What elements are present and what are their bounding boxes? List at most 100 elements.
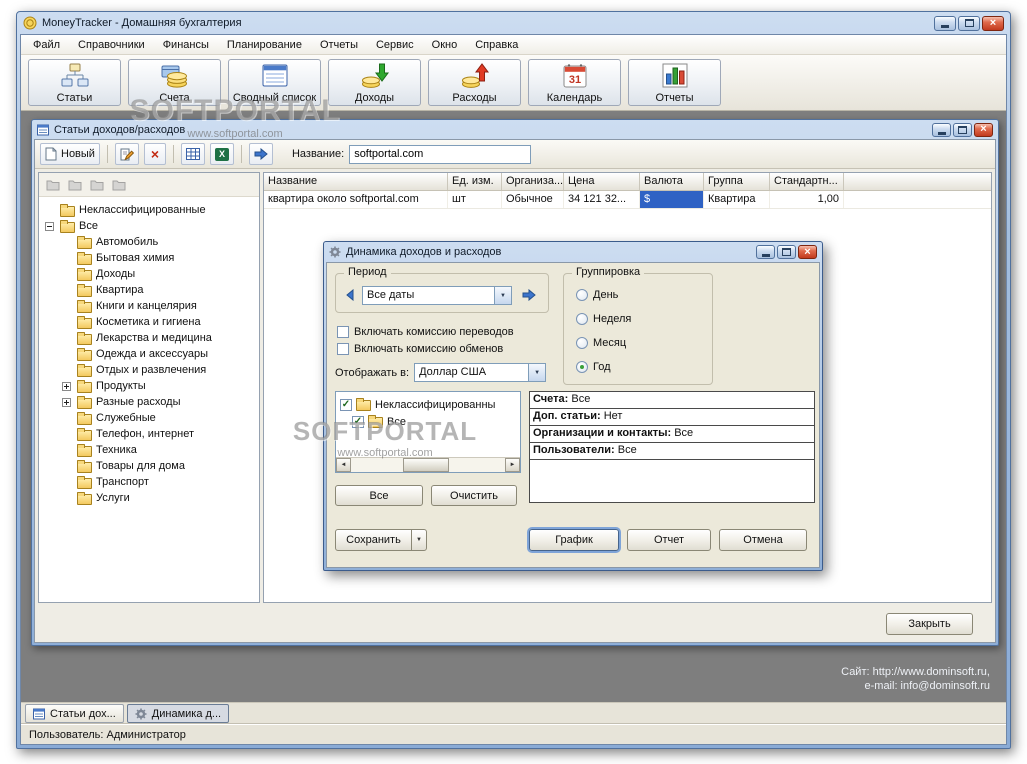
income-button[interactable]: Доходы <box>328 59 421 106</box>
edit-group-button[interactable] <box>68 179 82 191</box>
table-row[interactable]: квартира около softportal.com шт Обычное 34… <box>264 191 991 209</box>
tree-item[interactable]: Неклассифицированные <box>41 202 257 218</box>
period-select[interactable]: Все даты <box>362 286 512 305</box>
articles-button[interactable]: Статьи <box>28 59 121 106</box>
expenses-button[interactable]: Расходы <box>428 59 521 106</box>
tree-item[interactable]: Продукты <box>41 378 257 394</box>
currency-select[interactable]: Доллар США <box>414 363 547 382</box>
table-cell[interactable]: 34 121 32... <box>564 191 640 208</box>
column-header[interactable]: Название <box>264 173 448 190</box>
menu-finances[interactable]: Финансы <box>154 36 218 54</box>
tree-item[interactable]: Квартира <box>41 282 257 298</box>
child-close-button[interactable] <box>974 122 993 137</box>
report-button[interactable]: Отчет <box>627 529 711 551</box>
menu-directories[interactable]: Справочники <box>69 36 154 54</box>
chart-button[interactable]: График <box>529 529 619 551</box>
menu-window[interactable]: Окно <box>423 36 467 54</box>
tree-item[interactable]: Одежда и аксессуары <box>41 346 257 362</box>
close-panel-button[interactable]: Закрыть <box>886 613 973 635</box>
table-cell[interactable]: 1,00 <box>770 191 844 208</box>
new-group-button[interactable] <box>46 179 60 191</box>
menu-service[interactable]: Сервис <box>367 36 423 54</box>
select-all-button[interactable]: Все <box>335 485 423 506</box>
tree-item[interactable]: Лекарства и медицина <box>41 330 257 346</box>
dialog-titlebar[interactable]: Динамика доходов и расходов <box>326 242 820 262</box>
save-button[interactable]: Сохранить <box>335 529 427 551</box>
grouping-radio-option[interactable]: Месяц <box>576 336 631 350</box>
scroll-right-button[interactable] <box>505 458 520 472</box>
commission-checkbox[interactable]: Включать комиссию обменов <box>337 342 514 356</box>
tree-item[interactable]: Транспорт <box>41 474 257 490</box>
maximize-button[interactable] <box>958 15 980 31</box>
name-input[interactable] <box>349 144 532 164</box>
grouping-radio-option[interactable]: Год <box>576 360 631 374</box>
tree-item[interactable]: Доходы <box>41 266 257 282</box>
expand-icon[interactable] <box>62 381 71 391</box>
checkbox-icon[interactable]: ✓ <box>340 398 352 411</box>
scroll-left-button[interactable] <box>336 458 351 472</box>
close-button[interactable] <box>982 15 1004 31</box>
commission-checkbox[interactable]: Включать комиссию переводов <box>337 325 514 339</box>
tree-item[interactable]: Товары для дома <box>41 458 257 474</box>
table-cell[interactable]: шт <box>448 191 502 208</box>
tree-item[interactable]: Телефон, интернет <box>41 426 257 442</box>
menu-help[interactable]: Справка <box>466 36 527 54</box>
calendar-button[interactable]: 31 Календарь <box>528 59 621 106</box>
new-button[interactable]: Новый <box>40 143 100 165</box>
titlebar[interactable]: MoneyTracker - Домашняя бухгалтерия <box>20 12 1007 34</box>
tree-item[interactable]: Автомобиль <box>41 234 257 250</box>
reports-button[interactable]: Отчеты <box>628 59 721 106</box>
column-header[interactable]: Группа <box>704 173 770 190</box>
column-header[interactable]: Ед. изм. <box>448 173 502 190</box>
table-cell[interactable]: $ <box>640 191 704 208</box>
scrollbar-track[interactable] <box>351 458 505 472</box>
menu-planning[interactable]: Планирование <box>218 36 311 54</box>
summary-list-button[interactable]: Сводный список <box>228 59 321 106</box>
clear-button[interactable]: Очистить <box>431 485 517 506</box>
tree-item[interactable]: Техника <box>41 442 257 458</box>
table-cell[interactable]: квартира около softportal.com <box>264 191 448 208</box>
horizontal-scrollbar[interactable] <box>336 457 520 472</box>
tree-item[interactable]: Книги и канцелярия <box>41 298 257 314</box>
table-cell[interactable]: Обычное <box>502 191 564 208</box>
task-tab-articles[interactable]: Статьи дох... <box>25 704 124 723</box>
cancel-button[interactable]: Отмена <box>719 529 807 551</box>
task-tab-dynamics[interactable]: Динамика д... <box>126 704 230 723</box>
tree-item[interactable]: Услуги <box>41 490 257 506</box>
tree-item[interactable]: Отдых и развлечения <box>41 362 257 378</box>
dialog-close-button[interactable] <box>798 245 817 259</box>
chevron-down-icon[interactable] <box>528 364 546 381</box>
tree-item[interactable]: Служебные <box>41 410 257 426</box>
delete-group-button[interactable] <box>112 179 126 191</box>
edit-button[interactable] <box>114 143 139 165</box>
scrollbar-thumb[interactable] <box>403 458 450 472</box>
grouping-radio-option[interactable]: Неделя <box>576 312 631 326</box>
expand-icon[interactable] <box>62 397 71 407</box>
tree-item[interactable]: Все <box>41 218 257 234</box>
save-dropdown-button[interactable] <box>411 530 426 550</box>
next-period-button[interactable] <box>518 287 540 303</box>
menu-reports[interactable]: Отчеты <box>311 36 367 54</box>
collapse-icon[interactable] <box>45 221 54 231</box>
excel-export-button[interactable] <box>209 143 234 165</box>
previous-period-button[interactable] <box>342 287 358 303</box>
dialog-maximize-button[interactable] <box>777 245 796 259</box>
column-header[interactable]: Стандартн... <box>770 173 844 190</box>
accounts-button[interactable]: Счета <box>128 59 221 106</box>
transfer-button[interactable] <box>248 143 273 165</box>
move-group-button[interactable] <box>90 179 104 191</box>
child-minimize-button[interactable] <box>932 122 951 137</box>
chevron-down-icon[interactable] <box>494 287 511 304</box>
checkbox-icon[interactable]: ✓ <box>352 415 364 428</box>
tree-item[interactable]: Косметика и гигиена <box>41 314 257 330</box>
delete-button[interactable] <box>143 143 166 165</box>
table-view-button[interactable] <box>180 143 205 165</box>
category-item[interactable]: ✓ Все <box>336 413 520 430</box>
column-header[interactable]: Организа... <box>502 173 564 190</box>
category-item[interactable]: ✓ Неклассифицированны <box>336 396 520 413</box>
menu-file[interactable]: Файл <box>24 36 69 54</box>
column-header[interactable]: Цена <box>564 173 640 190</box>
minimize-button[interactable] <box>934 15 956 31</box>
child-titlebar[interactable]: Статьи доходов/расходов <box>34 120 996 139</box>
tree-item[interactable]: Разные расходы <box>41 394 257 410</box>
